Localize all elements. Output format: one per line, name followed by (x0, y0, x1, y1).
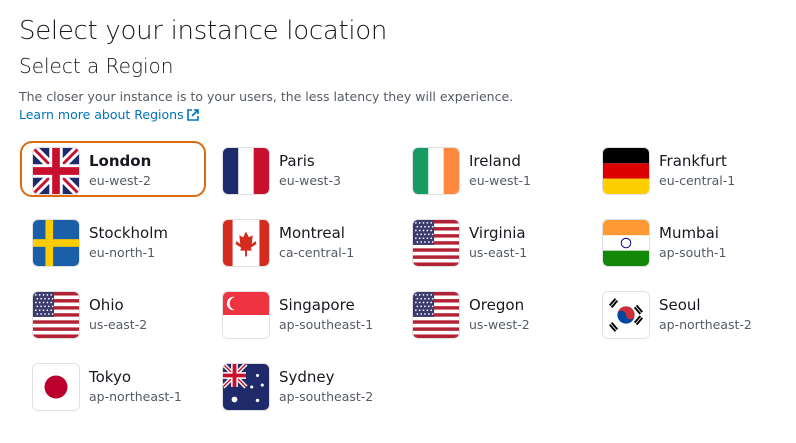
flag-us-icon (412, 291, 460, 339)
flag-ie-icon (412, 147, 460, 195)
flag-uk-icon (32, 147, 80, 195)
region-code: eu-west-1 (469, 173, 531, 188)
flag-ca-icon (222, 219, 270, 267)
flag-au-icon (222, 363, 270, 411)
region-code: eu-west-3 (279, 173, 341, 188)
region-name: Ireland (469, 152, 521, 170)
region-name: Virginia (469, 224, 526, 242)
region-code: ap-southeast-1 (279, 317, 374, 332)
flag-de-icon (602, 147, 650, 195)
region-code: ap-northeast-1 (89, 389, 182, 404)
region-code: eu-west-2 (89, 173, 151, 188)
region-name: Ohio (89, 296, 124, 314)
region-code: us-east-1 (469, 245, 528, 260)
flag-jp-icon (32, 363, 80, 411)
region-name: Seoul (659, 296, 701, 314)
section-title: Select a Region (19, 54, 174, 78)
region-name: Singapore (279, 296, 355, 314)
region-card-mumbai[interactable]: Mumbai ap-south-1 (590, 213, 776, 269)
flag-in-icon (602, 219, 650, 267)
region-code: us-east-2 (89, 317, 148, 332)
region-code: ca-central-1 (279, 245, 355, 260)
flag-us-icon (412, 219, 460, 267)
region-name: Oregon (469, 296, 525, 314)
region-card-frankfurt[interactable]: Frankfurt eu-central-1 (590, 141, 776, 197)
region-name: Stockholm (89, 224, 168, 242)
region-code: eu-north-1 (89, 245, 156, 260)
region-card-sydney[interactable]: Sydney ap-southeast-2 (210, 357, 396, 413)
region-card-singapore[interactable]: Singapore ap-southeast-1 (210, 285, 396, 341)
region-card-stockholm[interactable]: Stockholm eu-north-1 (20, 213, 206, 269)
region-code: us-west-2 (469, 317, 530, 332)
region-card-oregon[interactable]: Oregon us-west-2 (400, 285, 586, 341)
flag-se-icon (32, 219, 80, 267)
region-card-tokyo[interactable]: Tokyo ap-northeast-1 (20, 357, 206, 413)
flag-fr-icon (222, 147, 270, 195)
region-name: Tokyo (89, 368, 131, 386)
region-code: ap-northeast-2 (659, 317, 752, 332)
region-code: eu-central-1 (659, 173, 736, 188)
region-name: Sydney (279, 368, 335, 386)
region-code: ap-south-1 (659, 245, 727, 260)
learn-more-link[interactable]: Learn more about Regions (19, 107, 199, 122)
region-card-paris[interactable]: Paris eu-west-3 (210, 141, 396, 197)
region-name: Montreal (279, 224, 345, 242)
region-card-ohio[interactable]: Ohio us-east-2 (20, 285, 206, 341)
region-card-seoul[interactable]: Seoul ap-northeast-2 (590, 285, 776, 341)
region-card-ireland[interactable]: Ireland eu-west-1 (400, 141, 586, 197)
region-card-london[interactable]: London eu-west-2 (20, 141, 206, 197)
region-name: London (89, 152, 152, 170)
page-title: Select your instance location (19, 16, 388, 46)
flag-kr-icon (602, 291, 650, 339)
region-name: Frankfurt (659, 152, 727, 170)
region-name: Paris (279, 152, 315, 170)
external-link-icon (186, 109, 199, 121)
region-name: Mumbai (659, 224, 719, 242)
learn-more-label: Learn more about Regions (19, 107, 184, 122)
description: The closer your instance is to your user… (19, 89, 514, 104)
region-card-montreal[interactable]: Montreal ca-central-1 (210, 213, 396, 269)
flag-sg-icon (222, 291, 270, 339)
flag-us-icon (32, 291, 80, 339)
region-card-virginia[interactable]: Virginia us-east-1 (400, 213, 586, 269)
region-code: ap-southeast-2 (279, 389, 374, 404)
